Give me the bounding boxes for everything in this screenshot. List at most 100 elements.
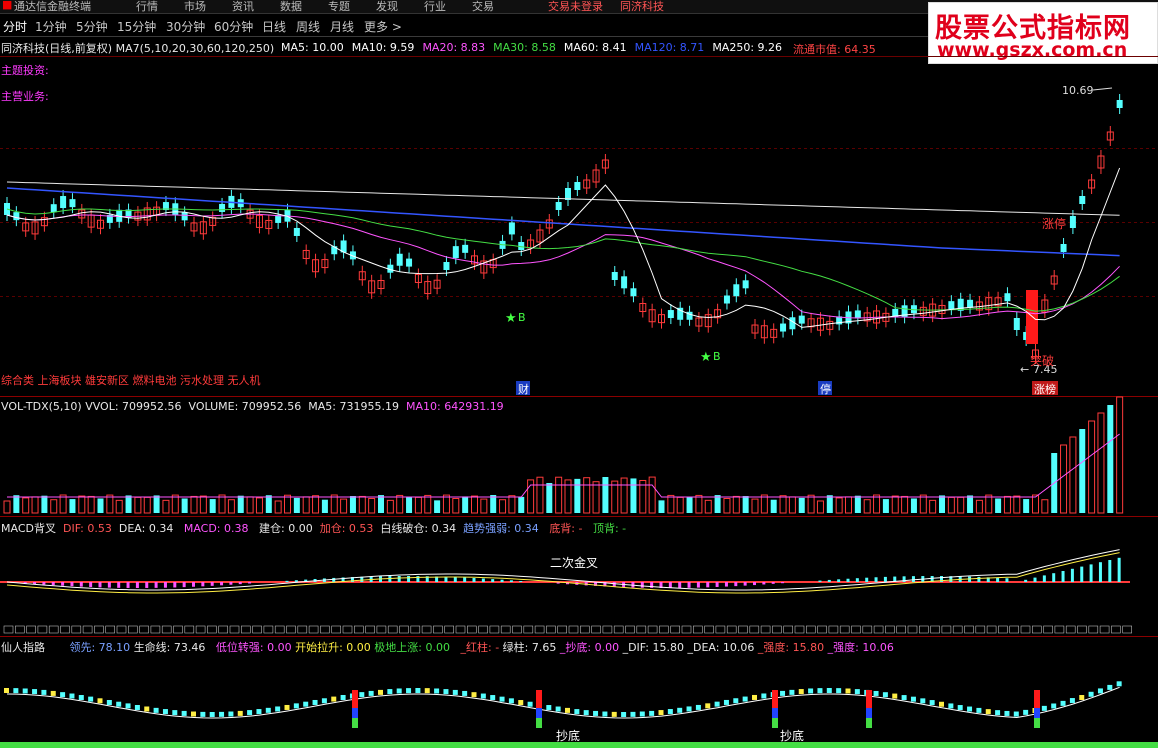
macd-strip-cell (455, 625, 466, 634)
buy-signal-2[interactable]: ★ B (700, 350, 721, 365)
macd-strip-cell (941, 625, 952, 634)
xianren-signal-green (352, 718, 358, 728)
macd-bar (1098, 562, 1102, 582)
macd-bar (500, 579, 504, 582)
volume-bar-up (190, 495, 198, 514)
candle-down (462, 244, 469, 253)
high-arrow (1092, 87, 1113, 91)
volume-bar-up (1069, 436, 1077, 514)
xianren-dot (490, 695, 496, 701)
macd-strip-cell (207, 625, 217, 634)
volume-bar-down (995, 498, 1002, 513)
macd-bar (911, 576, 915, 582)
macd-strip-cell (647, 625, 658, 634)
volume-bar-up (891, 495, 899, 514)
volume-bar-up (274, 500, 282, 514)
macd-strip-cell (444, 625, 455, 634)
volume-bar-down (41, 495, 48, 513)
xianren-dot (340, 694, 346, 700)
volume-bar-up (396, 494, 404, 514)
macd-bar (154, 582, 158, 588)
volume-bar-up (199, 495, 207, 514)
xianren-dot (789, 689, 795, 695)
volume-plot (3, 396, 1124, 514)
xianren-dot (742, 696, 748, 702)
macd-strip-cell (704, 625, 714, 634)
volume-bar-up (3, 500, 11, 514)
volume-bar-up (134, 496, 142, 514)
xianren-dot (237, 710, 243, 716)
volume-bar-up (1088, 420, 1096, 514)
volume-bar-down (349, 496, 356, 513)
xianren-dot (452, 689, 458, 695)
macd-bar (397, 576, 401, 582)
macd-title: MACD背叉 (1, 522, 56, 535)
candle-down (406, 258, 413, 267)
xianren-dot (293, 703, 299, 709)
volume-bar-up (22, 497, 30, 514)
xianren-signal-green (866, 718, 872, 728)
macd-strip-cell (331, 625, 342, 634)
volume-bar-up (985, 494, 993, 514)
xianren-dot (845, 688, 851, 694)
xianren-dot (106, 700, 112, 706)
macd-bar (781, 582, 785, 584)
xianren-chaodi: _抄底: 0.00 (559, 641, 620, 654)
xianren-signal-green (536, 718, 542, 728)
macd-strip-cell (964, 625, 974, 634)
xianren-dot (78, 695, 84, 701)
macd-bar (715, 582, 719, 587)
macd-strip-cell (128, 625, 138, 634)
xianren-dot (798, 689, 804, 695)
macd-strip-cell (1065, 625, 1076, 634)
macd-value: MACD: 0.38 (183, 522, 249, 535)
xianren-dot (387, 689, 393, 695)
volume-bar-down (798, 497, 805, 513)
macd-bar (182, 582, 186, 588)
macd-bar (107, 582, 111, 588)
macd-annotation: 二次金叉 (550, 555, 598, 570)
macd-bar (1052, 573, 1056, 582)
macd-strip-cell (342, 625, 353, 634)
volume-ma10-line (7, 433, 1120, 498)
macd-strip-cell (851, 625, 861, 634)
volume-value: VOLUME: 709952.56 (188, 400, 302, 413)
macd-strip-cell (353, 625, 364, 634)
macd-bar (668, 582, 672, 588)
macd-strip-cell (873, 625, 884, 634)
xianren-dot (611, 711, 617, 717)
macd-strip-cell (760, 625, 771, 634)
volume-bar-up (1041, 499, 1049, 514)
buy-signal-1[interactable]: ★ B (505, 311, 526, 326)
macd-bar (201, 582, 205, 587)
xianren-dot (32, 689, 38, 695)
volume-bar-up (536, 476, 544, 514)
macd-strip-cell (274, 625, 285, 634)
candle-down (396, 253, 403, 266)
xianren-dot (209, 712, 215, 717)
volume-bar-up (284, 494, 291, 514)
xianren-dot (583, 710, 589, 716)
macd-strip-cell (399, 625, 409, 634)
macd-strip-cell (94, 625, 104, 634)
xianren-dot (752, 694, 757, 700)
volume-bar-up (59, 494, 67, 514)
volume-bar-up (620, 477, 628, 514)
candle-down (1060, 244, 1067, 252)
star-icon: ★ (505, 311, 517, 326)
xianren-dot (247, 710, 253, 716)
macd-bar (33, 582, 37, 584)
macd-strip-cell (1122, 625, 1132, 634)
xianren-lingxian: 领先: 78.10 (69, 641, 131, 654)
xianren-dot (920, 698, 926, 704)
xianren-dot (1013, 711, 1019, 717)
xianren-dot (1097, 688, 1103, 694)
low-arrow-icon: ← (1020, 363, 1029, 376)
volume-bar-down (770, 499, 777, 513)
xianren-dot (41, 689, 47, 695)
xianren-dot (985, 709, 991, 715)
volume-bar-down (237, 495, 244, 513)
xianren-dot (957, 705, 963, 711)
candle-down (452, 246, 459, 259)
macd-bar (762, 582, 766, 585)
